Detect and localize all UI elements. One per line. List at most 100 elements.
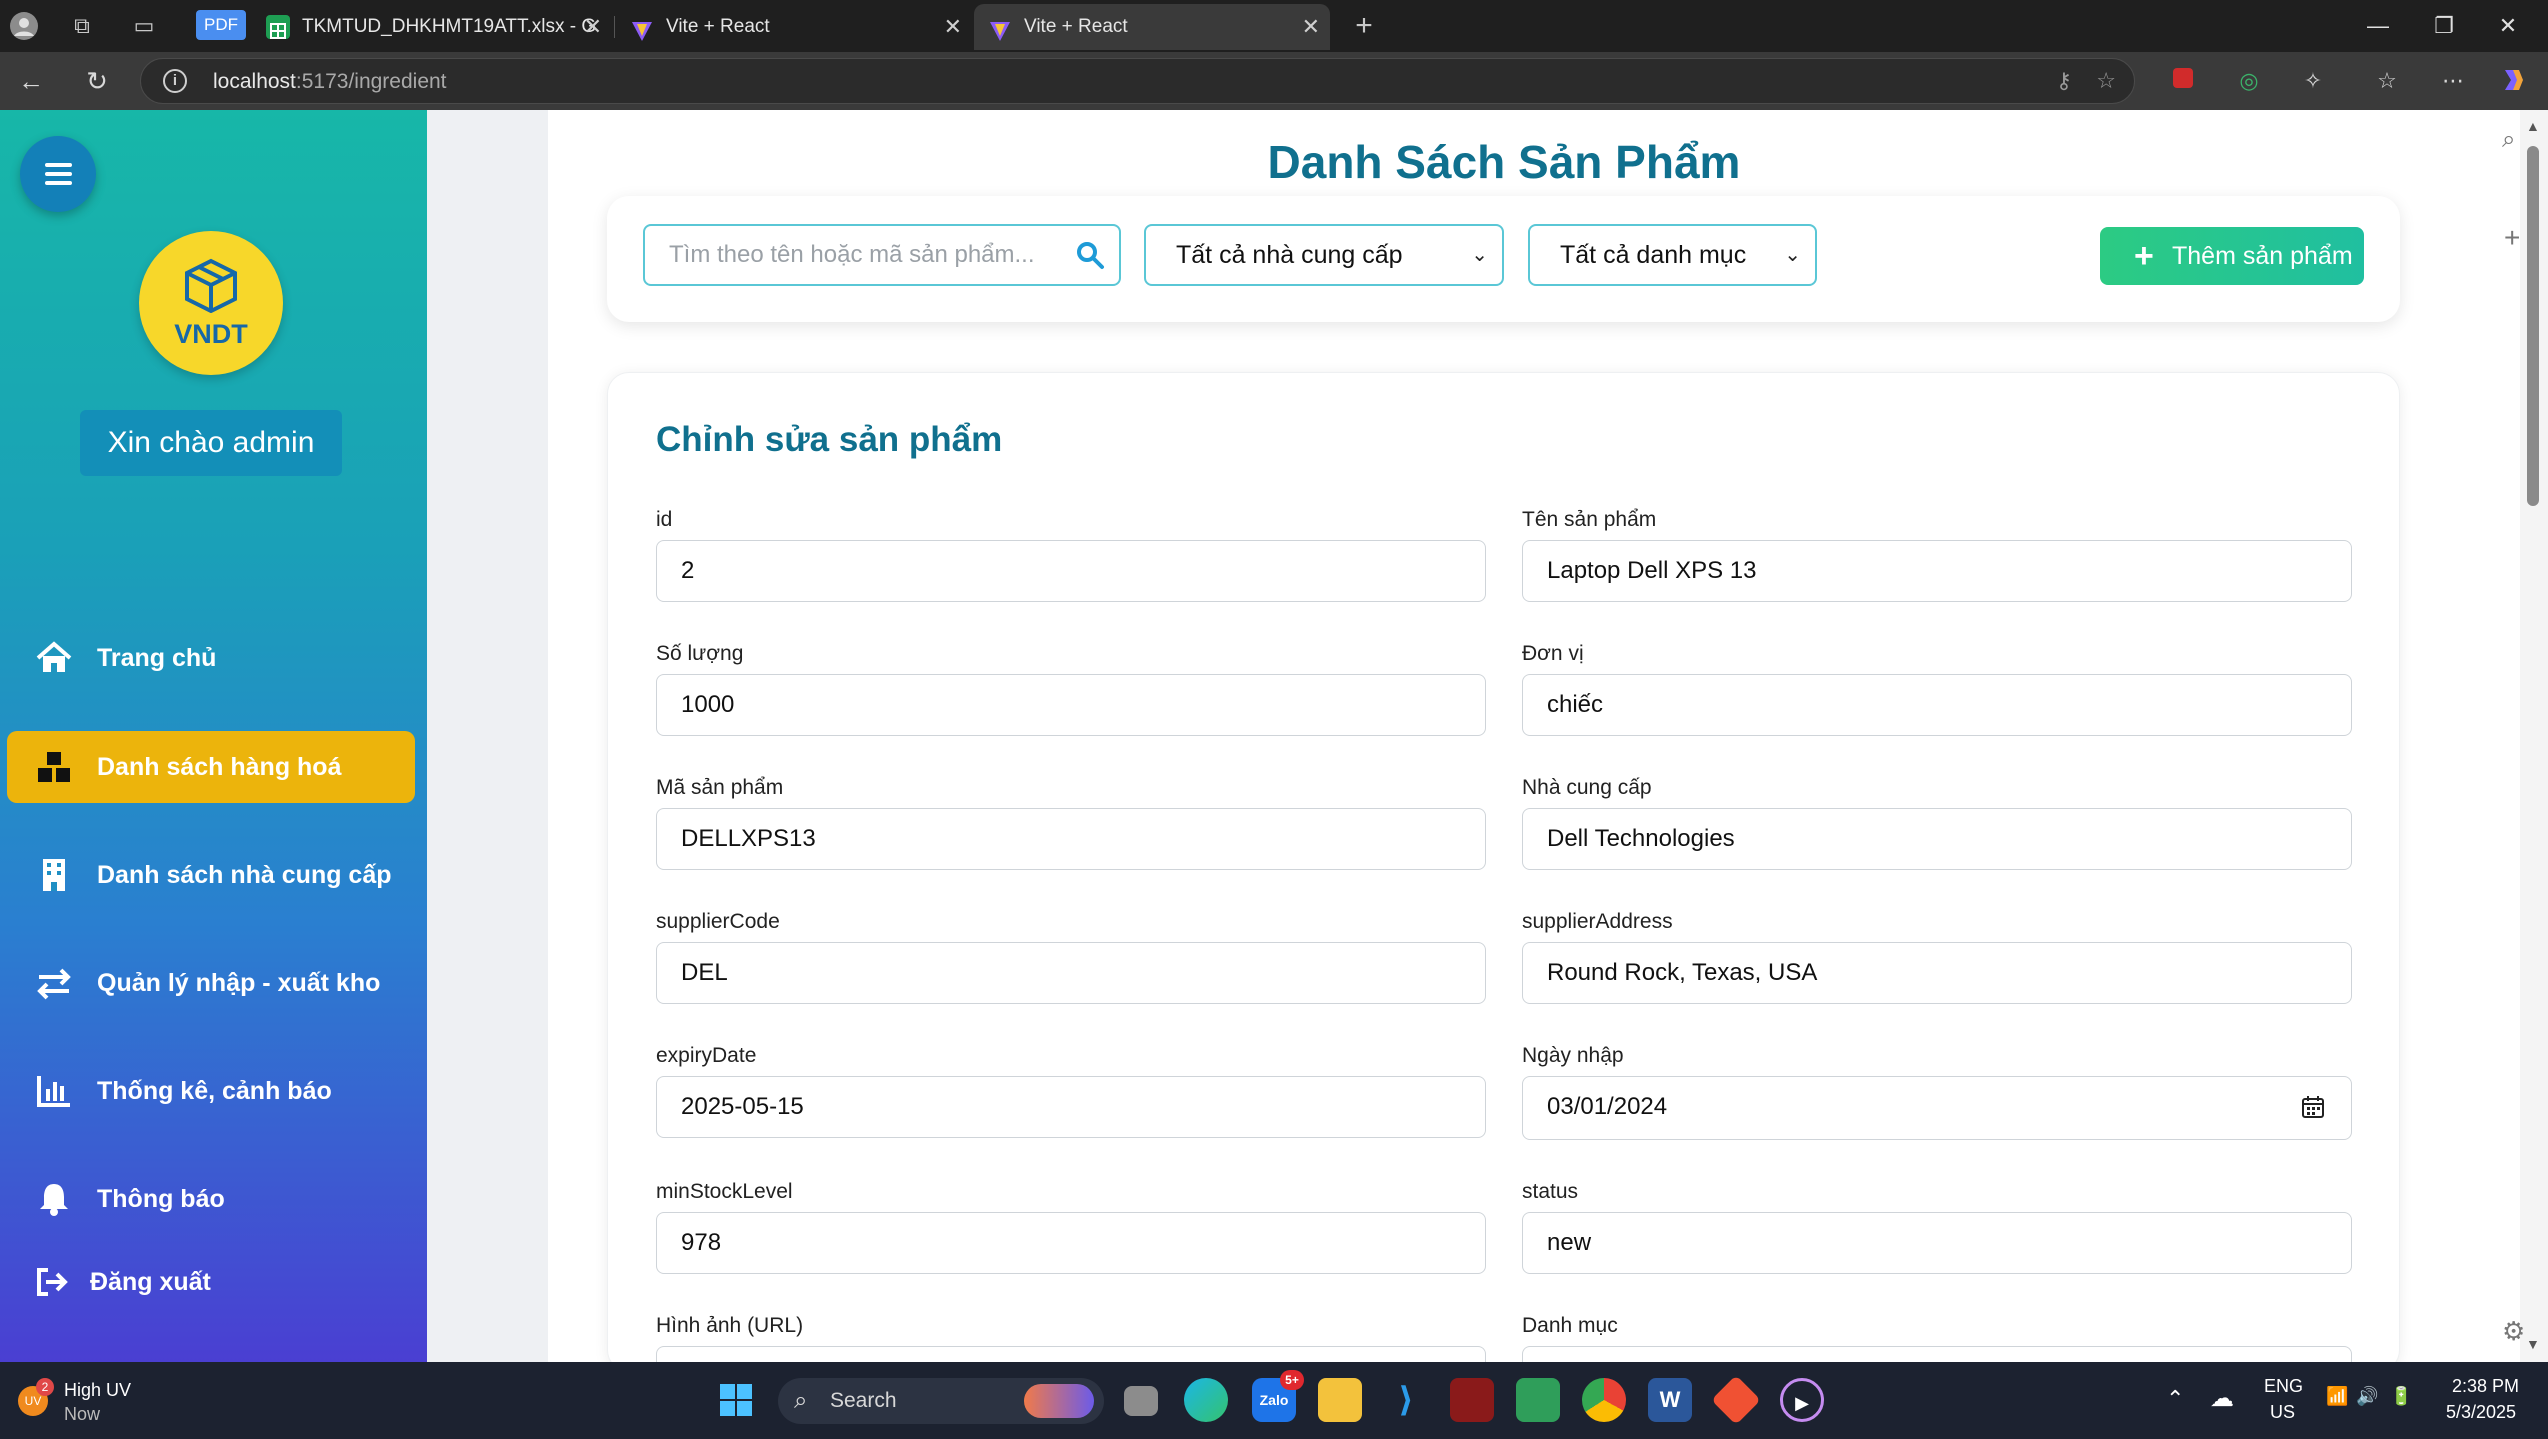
language-top[interactable]: ENG <box>2264 1376 2303 1397</box>
page-scrollbar[interactable]: ▲ ▼ <box>2520 110 2548 1362</box>
scrollbar-thumb[interactable] <box>2527 146 2539 506</box>
field-label-expiry-date: expiryDate <box>656 1044 757 1067</box>
field-label-unit: Đơn vị <box>1522 642 1584 665</box>
home-icon <box>36 641 72 672</box>
media-player-icon[interactable]: ▶ <box>1780 1378 1824 1422</box>
scroll-down-icon[interactable]: ▼ <box>2526 1336 2540 1352</box>
sidebar-item-statistics[interactable]: Thống kê, cảnh báo <box>7 1055 415 1127</box>
reload-icon[interactable]: ↻ <box>80 64 114 98</box>
box-icon <box>185 258 237 313</box>
search-icon[interactable] <box>1075 240 1105 270</box>
favorite-star-icon[interactable]: ☆ <box>2096 68 2116 94</box>
code-field[interactable]: DELLXPS13 <box>656 808 1486 870</box>
edge-sidebar-add-icon[interactable]: + <box>2504 222 2520 254</box>
clock-time[interactable]: 2:38 PM <box>2452 1376 2519 1397</box>
game-app-icon[interactable] <box>1450 1378 1494 1422</box>
tab-actions-icon[interactable]: ▭ <box>128 10 160 42</box>
field-label-min-stock: minStockLevel <box>656 1180 793 1203</box>
close-window-icon[interactable]: ✕ <box>2478 6 2538 46</box>
tab-vite-1[interactable]: Vite + React ✕ <box>616 4 972 50</box>
word-icon[interactable]: W <box>1648 1378 1692 1422</box>
more-icon[interactable]: ⋯ <box>2438 66 2468 96</box>
id-field[interactable]: 2 <box>656 540 1486 602</box>
url-text[interactable]: localhost:5173/ingredient <box>213 70 447 94</box>
tab-vite-2[interactable]: Vite + React ✕ <box>974 4 1330 50</box>
field-label-image: Hình ảnh (URL) <box>656 1314 804 1337</box>
git-icon[interactable] <box>1711 1375 1761 1425</box>
address-bar[interactable]: i localhost:5173/ingredient ⚷ ☆ <box>140 58 2135 104</box>
favorites-icon[interactable]: ☆ <box>2372 66 2402 96</box>
tab-label: Vite + React <box>1024 16 1128 37</box>
battery-icon[interactable]: 🔋 <box>2390 1386 2412 1407</box>
sidebar-item-home[interactable]: Trang chủ <box>7 622 415 694</box>
extension-off-icon[interactable]: ◎ <box>2234 66 2264 96</box>
unit-field[interactable]: chiếc <box>1522 674 2352 736</box>
logout-button[interactable]: Đăng xuất <box>34 1262 211 1302</box>
status-field[interactable]: new <box>1522 1212 2352 1274</box>
profile-icon[interactable] <box>8 10 40 42</box>
new-tab-icon[interactable]: + <box>1348 10 1380 42</box>
calendar-icon[interactable] <box>2301 1095 2325 1119</box>
sidebar-item-products[interactable]: Danh sách hàng hoá <box>7 731 415 803</box>
search-field[interactable] <box>643 224 1121 286</box>
restore-icon[interactable]: ❐ <box>2414 6 2474 46</box>
tab-spreadsheet[interactable]: TKMTUD_DHKHMT19ATT.xlsx - G ✕ <box>252 4 612 50</box>
app-sidebar: VNDT Xin chào admin Trang chủ Danh sách … <box>0 110 427 1362</box>
weather-widget[interactable]: UV 2 High UV Now <box>14 1374 164 1428</box>
pdf-tab[interactable]: PDF <box>196 10 246 40</box>
min-stock-field[interactable]: 978 <box>656 1212 1486 1274</box>
wifi-icon[interactable]: 📶 <box>2326 1386 2348 1407</box>
sidebar-item-notifications[interactable]: Thông báo <box>7 1163 415 1235</box>
windows-start-icon[interactable] <box>714 1378 758 1422</box>
show-hidden-icons[interactable]: ⌃ <box>2166 1386 2184 1412</box>
edge-browser-icon[interactable] <box>1184 1378 1228 1422</box>
taskbar-search[interactable]: ⌕ Search <box>778 1378 1104 1424</box>
language-bottom[interactable]: US <box>2270 1402 2295 1423</box>
field-label-category: Danh mục <box>1522 1314 1618 1337</box>
chrome-icon[interactable] <box>1582 1378 1626 1422</box>
sidebar-item-suppliers[interactable]: Danh sách nhà cung cấp <box>7 839 415 911</box>
vite-icon <box>630 15 654 41</box>
vite-icon <box>988 15 1012 41</box>
copilot-icon[interactable] <box>2498 66 2528 96</box>
extension-red-icon[interactable] <box>2168 66 2198 96</box>
image-url-field[interactable] <box>656 1346 1486 1362</box>
supplier-code-field[interactable]: DEL <box>656 942 1486 1004</box>
zalo-icon[interactable]: Zalo 5+ <box>1252 1370 1304 1422</box>
supplier-field[interactable]: Dell Technologies <box>1522 808 2352 870</box>
close-tab-icon[interactable]: ✕ <box>1302 4 1320 50</box>
browser-tab-bar: ⧉ ▭ PDF TKMTUD_DHKHMT19ATT.xlsx - G ✕ Vi… <box>0 0 2548 52</box>
extensions-icon[interactable]: ✧ <box>2298 66 2328 96</box>
file-explorer-icon[interactable] <box>1318 1378 1362 1422</box>
category-filter-value: Tất cả danh mục <box>1560 241 1747 269</box>
field-label-import-date: Ngày nhập <box>1522 1044 1624 1067</box>
import-date-field[interactable]: 03/01/2024 <box>1522 1076 2352 1140</box>
expiry-date-field[interactable]: 2025-05-15 <box>656 1076 1486 1138</box>
edge-sidebar-settings-icon[interactable]: ⚙ <box>2502 1316 2525 1347</box>
quantity-field[interactable]: 1000 <box>656 674 1486 736</box>
site-info-icon[interactable]: i <box>163 69 187 93</box>
edge-sidebar-search-icon[interactable]: ⌕ <box>2502 126 2515 154</box>
close-tab-icon[interactable]: ✕ <box>944 4 962 50</box>
back-icon[interactable]: ← <box>14 64 48 98</box>
onedrive-icon[interactable]: ☁ <box>2210 1384 2234 1413</box>
excel-file-icon[interactable] <box>1516 1378 1560 1422</box>
task-view-icon[interactable] <box>1124 1386 1158 1416</box>
workspaces-icon[interactable]: ⧉ <box>66 10 98 42</box>
scroll-up-icon[interactable]: ▲ <box>2526 118 2540 134</box>
key-icon[interactable]: ⚷ <box>2056 68 2072 94</box>
vscode-icon[interactable]: ⟩ <box>1384 1378 1428 1422</box>
sidebar-item-inventory[interactable]: Quản lý nhập - xuất kho <box>7 947 415 1019</box>
search-input[interactable] <box>647 228 1047 282</box>
volume-icon[interactable]: 🔊 <box>2356 1386 2378 1407</box>
add-product-button[interactable]: + Thêm sản phẩm <box>2100 227 2364 285</box>
category-filter-select[interactable]: Tất cả danh mục ⌄ <box>1528 224 1817 286</box>
clock-date[interactable]: 5/3/2025 <box>2446 1402 2516 1423</box>
close-tab-icon[interactable]: ✕ <box>584 4 602 50</box>
supplier-filter-select[interactable]: Tất cả nhà cung cấp ⌄ <box>1144 224 1504 286</box>
name-field[interactable]: Laptop Dell XPS 13 <box>1522 540 2352 602</box>
minimize-icon[interactable]: — <box>2348 6 2408 46</box>
menu-toggle-button[interactable] <box>20 136 96 212</box>
category-field[interactable] <box>1522 1346 2352 1362</box>
supplier-address-field[interactable]: Round Rock, Texas, USA <box>1522 942 2352 1004</box>
